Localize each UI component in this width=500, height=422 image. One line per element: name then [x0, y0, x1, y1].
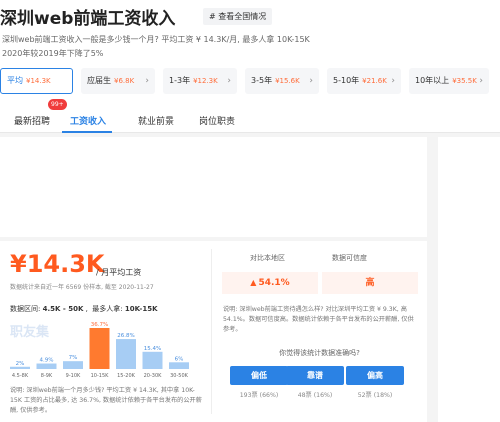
chart-data-label: 36.7%: [91, 322, 108, 328]
vote-low-button[interactable]: 偏低: [230, 366, 288, 385]
divider: [211, 249, 212, 414]
filter-3-5-years[interactable]: 3-5年 ¥15.6K ›: [245, 68, 319, 94]
credibility-title: 数据可信度: [332, 254, 367, 262]
vote-accurate-button[interactable]: 靠谱: [286, 366, 344, 385]
tab-bar: 最新招聘 工资收入 就业前景 岗位职责: [0, 107, 500, 133]
filter-value: ¥6.8K: [114, 77, 135, 85]
tab-salary[interactable]: 工资收入: [70, 114, 106, 127]
filter-label: 10年以上: [415, 76, 450, 85]
filter-value: ¥15.6K: [275, 77, 300, 85]
header-section: 深圳web前端工资收入 # 查看全国情况 深圳web前端工资收入一般是多少钱一个…: [0, 0, 500, 133]
trend-summary: 2020年较2019年下降了5%: [2, 49, 104, 58]
credibility-box: 高: [322, 272, 418, 294]
side-panel: [438, 137, 500, 422]
range-prefix: 数据区间:: [10, 305, 41, 313]
region-compare-title: 对比本地区: [250, 254, 285, 262]
chart-category-label: 4.5-8K: [12, 373, 29, 379]
vote-question: 你觉得该统计数据准确吗?: [279, 349, 360, 357]
filter-label: 5-10年: [333, 76, 360, 85]
tab-responsibilities[interactable]: 岗位职责: [199, 114, 235, 127]
most-prefix: 最多人拿:: [92, 305, 123, 313]
most-value: 10K-15K: [124, 305, 158, 313]
chart-category-label: 15-20K: [117, 373, 136, 379]
chevron-right-icon: ›: [391, 76, 395, 86]
chart-category-label: 30-50K: [170, 373, 189, 379]
vote-low-count: 193票 (66%): [239, 392, 279, 399]
filter-label: 3-5年: [251, 76, 273, 85]
chevron-right-icon: ›: [309, 76, 313, 86]
chevron-right-icon: ›: [145, 76, 149, 86]
region-compare-box: ▲ 54.1%: [222, 272, 318, 294]
chevron-right-icon: ›: [479, 76, 483, 86]
filter-value: ¥35.5K: [452, 77, 477, 85]
chart-data-label: 4.9%: [40, 358, 54, 364]
chart-bar: [36, 363, 57, 369]
page-title: 深圳web前端工资收入: [0, 9, 176, 29]
chart-bar: [10, 366, 30, 369]
filter-label: 应届生: [87, 76, 111, 85]
filter-label: 1-3年: [169, 76, 191, 85]
average-salary-value: ¥14.3K: [10, 250, 105, 278]
comparison-note: 说明: 深圳web前端工资待遇怎么样? 对比深圳平均工资 ¥ 9.3K, 高 5…: [223, 306, 414, 333]
filter-graduate[interactable]: 应届生 ¥6.8K ›: [81, 68, 155, 94]
chart-bar: [63, 361, 83, 369]
sample-info: 数据统计来自近一年 6569 份样本, 截至 2020-11-27: [10, 284, 154, 291]
vote-accurate-count: 48票 (16%): [297, 392, 333, 399]
chart-category-label: 20-30K: [144, 373, 163, 379]
tab-latest-jobs[interactable]: 最新招聘: [14, 114, 50, 127]
filter-1-3-years[interactable]: 1-3年 ¥12.3K ›: [163, 68, 237, 94]
salary-panel: ¥14.3K / 月平均工资 数据统计来自近一年 6569 份样本, 截至 20…: [0, 241, 427, 422]
chart-category-label: 10-15K: [91, 373, 110, 379]
chevron-right-icon: ›: [227, 76, 231, 86]
chart-category-label: 8-9K: [41, 373, 53, 379]
average-salary-unit: / 月平均工资: [96, 268, 142, 277]
active-tab-indicator: [62, 131, 112, 133]
ad-placeholder: [0, 137, 427, 237]
vote-high-button[interactable]: 偏高: [346, 366, 404, 385]
filter-value: ¥14.3K: [26, 77, 51, 85]
tab-prospects[interactable]: 就业前景: [138, 114, 174, 127]
vote-high-count: 52票 (18%): [357, 392, 393, 399]
range-value: 4.5K - 50K: [42, 305, 84, 313]
filter-average[interactable]: 平均 ¥14.3K: [0, 68, 73, 94]
arrow-up-icon: ▲: [250, 278, 257, 287]
chart-category-label: 9-10K: [66, 373, 81, 379]
filter-5-10-years[interactable]: 5-10年 ¥21.6K ›: [327, 68, 401, 94]
filter-10-plus-years[interactable]: 10年以上 ¥35.5K ›: [409, 68, 489, 94]
salary-summary: 深圳web前端工资收入一般是多少钱一个月? 平均工资 ¥ 14.3K/月, 最多…: [2, 35, 310, 44]
view-nationwide-button[interactable]: # 查看全国情况: [203, 8, 273, 25]
chart-data-label: 2%: [16, 361, 25, 367]
filter-value: ¥12.3K: [193, 77, 218, 85]
salary-note: 说明: 深圳web前端一个月多少钱? 平均工资 ¥ 14.3K, 其中拿 10K…: [10, 387, 202, 414]
credibility-value: 高: [365, 278, 375, 288]
filter-value: ¥21.6K: [362, 77, 387, 85]
chart-data-label: 26.8%: [117, 333, 134, 339]
chart-bar: [169, 362, 189, 369]
region-compare-value: 54.1%: [258, 278, 290, 288]
filter-label: 平均: [7, 76, 23, 85]
